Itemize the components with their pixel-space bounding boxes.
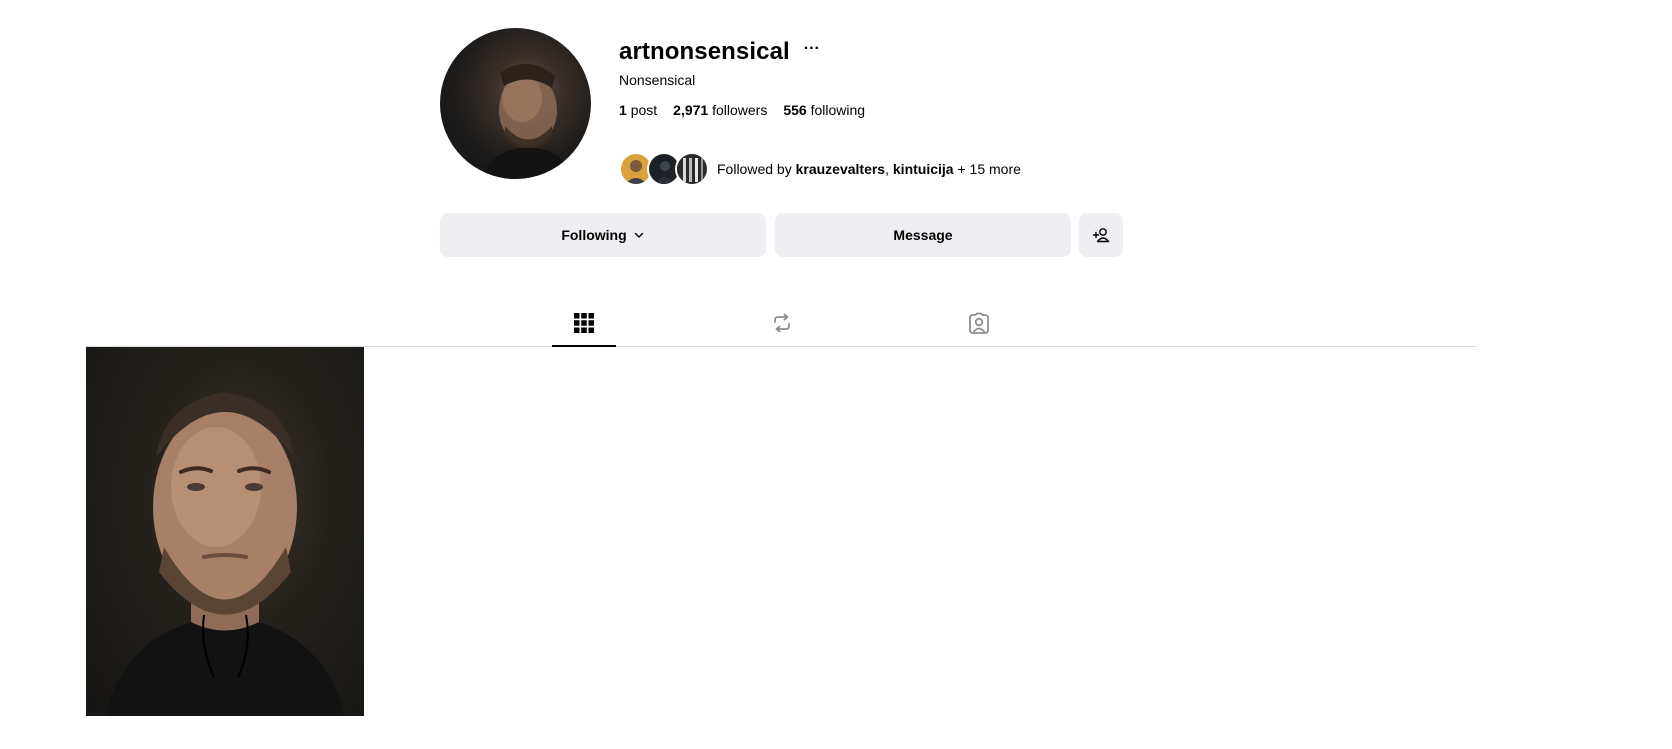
profile-stats: 1 post 2,971 followers 556 following — [619, 102, 865, 118]
profile-tabs — [86, 300, 1477, 347]
username-row: artnonsensical ··· — [619, 36, 822, 68]
posts-count-label: post — [630, 102, 658, 118]
followers-link[interactable]: 2,971 followers — [673, 102, 767, 118]
followed-by-prefix: Followed by — [717, 161, 792, 177]
repost-icon — [771, 312, 793, 334]
full-name: Nonsensical — [619, 72, 696, 88]
following-button[interactable]: Following — [440, 213, 766, 257]
followers-count-value: 2,971 — [673, 102, 709, 118]
username: artnonsensical — [619, 38, 790, 65]
chevron-down-icon — [633, 229, 645, 241]
following-count-value: 556 — [783, 102, 807, 118]
followed-by-separator: , — [885, 161, 889, 177]
grid-icon — [574, 313, 594, 333]
following-button-label: Following — [561, 227, 627, 243]
profile-avatar-image — [480, 63, 575, 179]
tagged-person-icon — [967, 311, 991, 335]
post-image — [106, 392, 344, 716]
profile-avatar[interactable] — [440, 28, 591, 179]
mutual-avatar — [675, 152, 709, 186]
posts-count-value: 1 — [619, 102, 627, 118]
person-add-icon — [1092, 227, 1110, 243]
profile-page: artnonsensical ··· Nonsensical 1 post 2,… — [0, 0, 1672, 749]
followed-by-more: + 15 more — [957, 161, 1021, 177]
mutual-user-1[interactable]: krauzevalters — [796, 161, 886, 177]
more-options-icon[interactable]: ··· — [802, 41, 822, 57]
following-link[interactable]: 556 following — [783, 102, 865, 118]
followed-by[interactable]: Followed by krauzevalters, kintuicija + … — [619, 152, 1021, 186]
following-count-label: following — [810, 102, 866, 118]
post-grid — [86, 347, 364, 716]
message-button[interactable]: Message — [775, 213, 1071, 257]
tab-reposts[interactable] — [750, 300, 814, 346]
followed-by-text: Followed by krauzevalters, kintuicija + … — [717, 161, 1021, 177]
message-button-label: Message — [893, 227, 953, 243]
tab-posts[interactable] — [552, 300, 616, 347]
mutual-followers-avatars — [619, 152, 709, 186]
post-thumbnail[interactable] — [86, 347, 364, 716]
tab-tagged[interactable] — [947, 300, 1011, 346]
followers-count-label: followers — [712, 102, 768, 118]
mutual-user-2[interactable]: kintuicija — [893, 161, 954, 177]
suggested-users-button[interactable] — [1079, 213, 1123, 257]
posts-count: 1 post — [619, 102, 657, 118]
